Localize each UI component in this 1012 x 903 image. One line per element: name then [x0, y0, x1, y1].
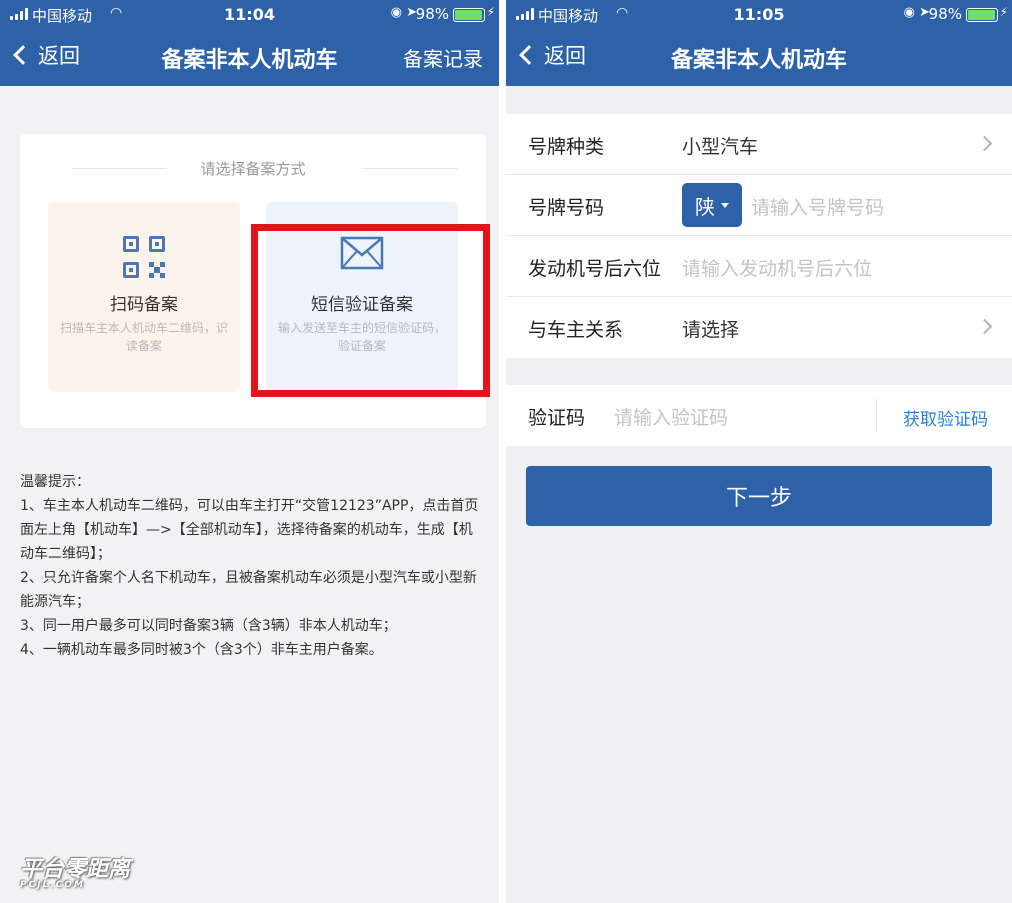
chevron-left-icon — [519, 45, 539, 65]
records-button[interactable]: 备案记录 — [403, 43, 483, 72]
back-label: 返回 — [38, 44, 80, 68]
field-label: 号牌号码 — [528, 197, 605, 219]
battery-percent: 98% — [928, 5, 962, 23]
chevron-right-icon — [976, 135, 993, 152]
nav-bar: 返回 备案非本人机动车 备案记录 — [0, 30, 499, 86]
field-label: 验证码 — [528, 407, 586, 429]
battery-icon — [453, 8, 485, 22]
tips-text: 温馨提示： 1、车主本人机动车二维码，可以由车主打开“交管12123”APP，点… — [20, 470, 486, 662]
engine-number-input[interactable]: 请输入发动机号后六位 — [682, 254, 872, 281]
sms-register-option[interactable]: 短信验证备案 输入发送至车主的短信验证码，验证备案 — [266, 202, 458, 392]
tip-item: 1、车主本人机动车二维码，可以由车主打开“交管12123”APP，点击首页面左上… — [20, 498, 479, 562]
tip-item: 4、一辆机动车最多同时被3个（含3个）非车主用户备案。 — [20, 642, 383, 658]
plate-number-input[interactable]: 请输入号牌号码 — [751, 193, 884, 220]
tips-heading: 温馨提示： — [20, 474, 90, 490]
caret-down-icon — [721, 202, 729, 208]
qr-code-icon — [123, 236, 165, 278]
tip-item: 2、只允许备案个人名下机动车，且被备案机动车必须是小型汽车或小型新能源汽车； — [20, 570, 477, 610]
nav-bar: 返回 备案非本人机动车 — [506, 30, 1012, 86]
divider — [499, 0, 506, 903]
back-button[interactable]: 返回 — [516, 40, 586, 70]
back-label: 返回 — [544, 44, 586, 68]
method-card: 请选择备案方式 扫码备案 扫描车主本人机动车二维码，识读备案 短信验证备案 输入… — [20, 134, 486, 428]
plate-type-value: 小型汽车 — [682, 136, 759, 158]
relation-row[interactable]: 与车主关系 请选择 — [506, 297, 1012, 358]
status-bar: 中国移动 ◠ 11:04 ◉ ➤ 98% ⚡ — [0, 0, 499, 30]
option-desc: 扫描车主本人机动车二维码，识读备案 — [59, 321, 228, 353]
status-bar: 中国移动 ◠ 11:05 ◉ ➤ 98% ⚡ — [506, 0, 1012, 30]
tip-item: 3、同一用户最多可以同时备案3辆（含3辆）非本人机动车； — [20, 618, 397, 634]
location-icon: ◉ ➤ — [903, 5, 930, 20]
envelope-icon — [340, 236, 384, 270]
engine-number-row: 发动机号后六位 请输入发动机号后六位 — [506, 236, 1012, 297]
divider — [876, 399, 877, 432]
get-code-button[interactable]: 获取验证码 — [903, 405, 988, 430]
location-icon: ◉ ➤ — [390, 5, 417, 20]
charging-icon: ⚡ — [999, 5, 1008, 19]
field-label: 发动机号后六位 — [528, 258, 662, 280]
back-button[interactable]: 返回 — [10, 40, 80, 70]
option-title: 扫码备案 — [110, 295, 178, 315]
verify-code-row: 验证码 请输入验证码 获取验证码 — [506, 385, 1012, 446]
scan-register-option[interactable]: 扫码备案 扫描车主本人机动车二维码，识读备案 — [48, 202, 240, 392]
plate-number-row: 号牌号码 陕 请输入号牌号码 — [506, 175, 1012, 236]
verify-form: 验证码 请输入验证码 获取验证码 — [506, 385, 1012, 446]
province-select[interactable]: 陕 — [682, 183, 742, 227]
charging-icon: ⚡ — [486, 5, 495, 19]
option-desc: 输入发送至车主的短信验证码，验证备案 — [277, 321, 446, 353]
battery-percent: 98% — [415, 5, 449, 23]
watermark-logo: 平台零距离 PCJL.COM — [20, 857, 131, 891]
left-screen: 中国移动 ◠ 11:04 ◉ ➤ 98% ⚡ 返回 备案非本人机动车 备案记录 … — [0, 0, 499, 903]
next-step-button[interactable]: 下一步 — [526, 466, 992, 526]
divider — [363, 168, 458, 169]
chevron-left-icon — [13, 45, 33, 65]
relation-value: 请选择 — [682, 319, 740, 341]
plate-type-row[interactable]: 号牌种类 小型汽车 — [506, 114, 1012, 175]
right-screen: 中国移动 ◠ 11:05 ◉ ➤ 98% ⚡ 返回 备案非本人机动车 号牌种类 … — [506, 0, 1012, 903]
vehicle-form: 号牌种类 小型汽车 号牌号码 陕 请输入号牌号码 发动机号后六位 请输入发动机号… — [506, 114, 1012, 358]
chevron-right-icon — [976, 318, 993, 335]
field-label: 号牌种类 — [528, 136, 605, 158]
verify-code-input[interactable]: 请输入验证码 — [614, 403, 728, 430]
battery-icon — [966, 8, 998, 22]
option-title: 短信验证备案 — [311, 295, 413, 315]
field-label: 与车主关系 — [528, 319, 624, 341]
